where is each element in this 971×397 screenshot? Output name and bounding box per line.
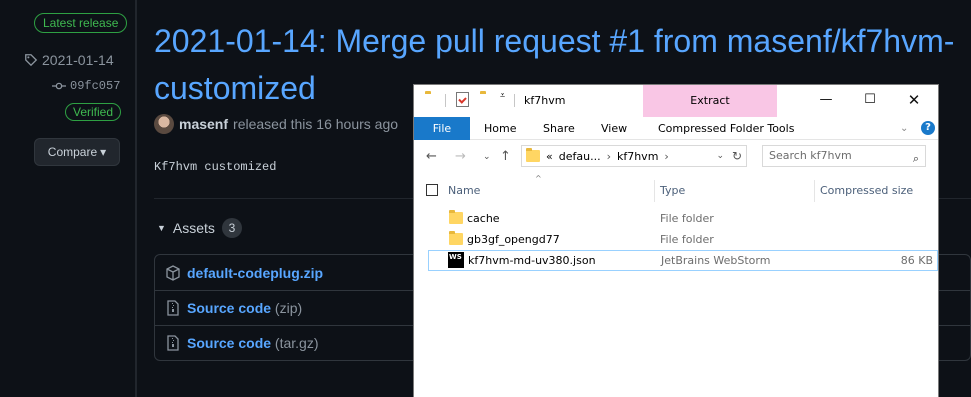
maximize-button[interactable]: ☐ (853, 89, 887, 111)
asset-name: default-codeplug.zip (187, 264, 324, 281)
tab-compressed-folder-tools[interactable]: Compressed Folder Tools (658, 117, 794, 140)
assets-toggle[interactable]: ▼ Assets 3 (157, 218, 242, 238)
address-bar[interactable]: « defau... › kf7hvm › ⌄ (521, 145, 747, 167)
properties-icon[interactable] (456, 92, 469, 107)
extract-tab[interactable]: Extract (643, 85, 777, 117)
tag-name: 2021-01-14 (42, 52, 114, 68)
file-type: File folder (660, 212, 714, 225)
file-type: JetBrains WebStorm (661, 254, 771, 267)
file-type: File folder (660, 233, 714, 246)
file-row[interactable]: cache File folder (428, 208, 938, 229)
file-name: kf7hvm-md-uv380.json (468, 254, 596, 267)
tag-icon (25, 54, 38, 67)
chevron-right-icon: › (606, 149, 611, 163)
column-separator[interactable] (654, 180, 655, 202)
compare-label: Compare (47, 145, 98, 159)
up-arrow-icon[interactable]: ↑ (500, 149, 511, 164)
sort-ascending-icon: ^ (535, 174, 542, 183)
back-arrow-icon[interactable]: ← (426, 149, 437, 164)
asset-name: Source code (zip) (187, 300, 303, 316)
chevron-right-icon: › (664, 149, 669, 163)
zip-file-icon (167, 300, 179, 316)
navigation-bar: ← → ⌄ ↑ « defau... › kf7hvm › ⌄ ↻ Search… (414, 140, 938, 174)
recent-locations-icon[interactable]: ⌄ (483, 152, 491, 162)
folder-icon (449, 231, 463, 245)
latest-release-badge: Latest release (34, 13, 128, 33)
divider (445, 94, 446, 107)
ribbon-expand-icon[interactable]: ⌄ (900, 117, 908, 140)
file-size: 86 KB (900, 254, 933, 267)
folder-icon (449, 210, 463, 224)
author-link[interactable]: masenf (179, 116, 228, 132)
commit-sha: 09fc057 (70, 79, 121, 93)
breadcrumb-item[interactable]: defau... (559, 150, 601, 163)
close-button[interactable]: ✕ (897, 89, 931, 111)
tab-view[interactable]: View (601, 117, 627, 140)
release-body: Kf7hvm customized (154, 160, 277, 174)
tab-home[interactable]: Home (484, 117, 516, 140)
column-compressed-size[interactable]: Compressed size (820, 184, 913, 197)
column-type[interactable]: Type (660, 184, 685, 197)
tab-share[interactable]: Share (543, 117, 575, 140)
release-author-row: masenf released this 16 hours ago (154, 114, 398, 134)
divider (514, 94, 515, 107)
compare-button[interactable]: Compare ▾ (34, 138, 120, 166)
avatar[interactable] (154, 114, 174, 134)
released-text: released this 16 hours ago (233, 116, 399, 132)
assets-label: Assets (172, 220, 215, 236)
tab-file[interactable]: File (414, 117, 470, 140)
package-icon (166, 264, 180, 281)
file-name: cache (467, 212, 500, 225)
file-name: gb3gf_opengd77 (467, 233, 560, 246)
refresh-icon[interactable]: ↻ (732, 149, 742, 163)
zip-file-icon (167, 335, 179, 351)
window-title: kf7hvm (524, 94, 566, 107)
asset-name: Source code (tar.gz) (187, 335, 319, 351)
triangle-down-icon: ▼ (157, 223, 166, 233)
commit-link[interactable]: 09fc057 (52, 79, 120, 93)
column-headers: ^ Name Type Compressed size (414, 174, 938, 202)
search-icon: ⌕ (912, 152, 919, 165)
folder-icon (526, 148, 540, 162)
forward-arrow-icon[interactable]: → (455, 149, 466, 164)
address-dropdown-icon[interactable]: ⌄ (716, 151, 724, 161)
column-name[interactable]: Name (448, 184, 480, 197)
commit-icon (52, 82, 66, 90)
file-row[interactable]: gb3gf_opengd77 File folder (428, 229, 938, 250)
file-row[interactable]: WS kf7hvm-md-uv380.json JetBrains WebSto… (428, 250, 938, 271)
select-all-checkbox[interactable] (426, 184, 438, 196)
ribbon-tabs: File Home Share View Compressed Folder T… (414, 117, 938, 140)
verified-badge[interactable]: Verified (65, 103, 122, 121)
webstorm-icon: WS (448, 252, 464, 268)
quick-access-dropdown-icon[interactable]: ⩡ (500, 91, 505, 101)
release-sidebar: Latest release 2021-01-14 09fc057 Verifi… (0, 0, 137, 397)
asset-ext: (zip) (274, 300, 303, 316)
title-bar[interactable]: ⩡ kf7hvm Extract — ☐ ✕ (414, 85, 938, 117)
breadcrumb-item[interactable]: kf7hvm (617, 150, 658, 163)
tag-link[interactable]: 2021-01-14 (24, 52, 114, 68)
assets-count: 3 (221, 218, 242, 238)
search-input[interactable]: Search kf7hvm ⌕ (762, 145, 926, 167)
path-prefix: « (546, 149, 553, 163)
asset-ext: (tar.gz) (274, 335, 319, 351)
search-placeholder: Search kf7hvm (769, 149, 852, 162)
caret-down-icon: ▾ (100, 145, 107, 159)
explorer-window: ⩡ kf7hvm Extract — ☐ ✕ File Home Share V… (413, 84, 939, 397)
minimize-button[interactable]: — (809, 89, 843, 111)
help-icon[interactable]: ? (921, 121, 935, 135)
column-separator[interactable] (814, 180, 815, 202)
